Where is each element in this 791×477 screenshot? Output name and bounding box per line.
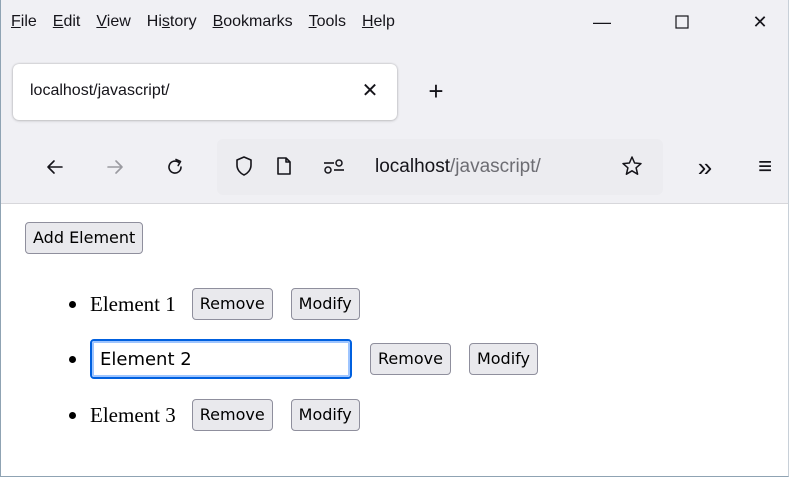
menu-edit-accel: E — [52, 13, 64, 30]
browser-chrome: File Edit View History Bookmarks Tools H… — [1, 0, 788, 204]
menu-bookmarks[interactable]: Bookmarks — [211, 11, 295, 33]
minimize-icon: — — [593, 11, 611, 32]
tracking-protection-shield-icon[interactable] — [229, 151, 259, 181]
permissions-icon[interactable] — [319, 151, 349, 181]
url-text[interactable]: localhost/javascript/ — [375, 156, 541, 178]
modify-button[interactable]: Modify — [468, 343, 538, 375]
menu-history-accel: s — [161, 13, 170, 30]
menu-file-label: ile — [20, 13, 37, 30]
forward-button[interactable] — [97, 149, 133, 185]
add-element-button[interactable]: Add Element — [25, 222, 144, 254]
menu-view-label: iew — [106, 13, 131, 30]
menu-edit-label: dit — [63, 13, 81, 30]
maximize-icon — [675, 15, 689, 29]
menu-help[interactable]: Help — [360, 11, 397, 33]
menu-edit[interactable]: Edit — [51, 11, 83, 33]
bookmark-star-icon[interactable] — [617, 151, 647, 181]
minimize-button[interactable]: — — [575, 0, 629, 44]
menu-tools[interactable]: Tools — [307, 11, 348, 33]
remove-button[interactable]: Remove — [191, 288, 273, 320]
close-window-icon: ✕ — [752, 11, 768, 32]
reload-icon — [168, 158, 182, 174]
more-tools-button[interactable]: » — [687, 149, 723, 185]
app-menu-button[interactable]: ≡ — [747, 149, 783, 185]
forward-arrow-icon — [107, 160, 123, 174]
menu-bar: File Edit View History Bookmarks Tools H… — [1, 0, 788, 44]
menu-file[interactable]: File — [9, 11, 39, 33]
menu-file-accel: F — [11, 13, 21, 30]
url-host: localhost — [375, 156, 450, 177]
tab-localhost-javascript[interactable]: localhost/javascript/ ✕ — [13, 64, 397, 120]
menu-bookmarks-accel: B — [212, 13, 224, 30]
page-content: Add Element Element 1 Remove Modify Remo… — [1, 204, 788, 476]
url-path: /javascript/ — [450, 156, 541, 177]
tab-close-icon[interactable]: ✕ — [359, 77, 381, 103]
hamburger-menu-icon: ≡ — [757, 153, 772, 180]
navigation-toolbar: localhost/javascript/ » ≡ — [1, 137, 788, 199]
element-edit-input[interactable] — [90, 339, 352, 379]
menu-history[interactable]: History — [145, 11, 199, 33]
element-text: Element 3 — [90, 402, 176, 427]
tab-title: localhost/javascript/ — [30, 82, 170, 99]
menu-tools-label: ools — [316, 13, 346, 30]
back-arrow-icon — [47, 160, 63, 174]
maximize-button[interactable] — [655, 0, 709, 44]
menu-help-label: elp — [373, 13, 395, 30]
back-button[interactable] — [37, 149, 73, 185]
close-window-button[interactable]: ✕ — [733, 0, 787, 44]
bullet — [69, 411, 76, 419]
list-item: Remove Modify — [69, 339, 556, 379]
modify-button[interactable]: Modify — [290, 399, 360, 431]
menu-help-accel: H — [361, 13, 374, 30]
menu-bookmarks-label: ookmarks — [223, 13, 293, 30]
remove-button[interactable]: Remove — [370, 343, 451, 375]
list-item: Element 3 Remove Modify — [69, 395, 378, 435]
remove-button[interactable]: Remove — [191, 399, 273, 431]
menu-view[interactable]: View — [94, 11, 132, 33]
modify-button[interactable]: Modify — [290, 288, 360, 320]
new-tab-button[interactable]: + — [421, 76, 451, 106]
browser-window: File Edit View History Bookmarks Tools H… — [0, 0, 789, 477]
menu-history-pre: Hi — [146, 13, 162, 30]
reload-button[interactable] — [157, 149, 193, 185]
page-info-icon[interactable] — [269, 151, 299, 181]
tab-bar: localhost/javascript/ ✕ + — [1, 56, 788, 126]
element-text: Element 1 — [90, 291, 176, 316]
menu-tools-accel: T — [308, 13, 317, 30]
address-bar[interactable]: localhost/javascript/ — [217, 139, 663, 195]
menu-history-label: tory — [169, 13, 197, 30]
plus-icon: + — [428, 75, 444, 106]
menu-view-accel: V — [96, 13, 107, 30]
list-item: Element 1 Remove Modify — [69, 284, 378, 324]
chevron-double-right-icon: » — [697, 151, 713, 182]
bullet — [69, 355, 76, 363]
bullet — [69, 300, 76, 308]
